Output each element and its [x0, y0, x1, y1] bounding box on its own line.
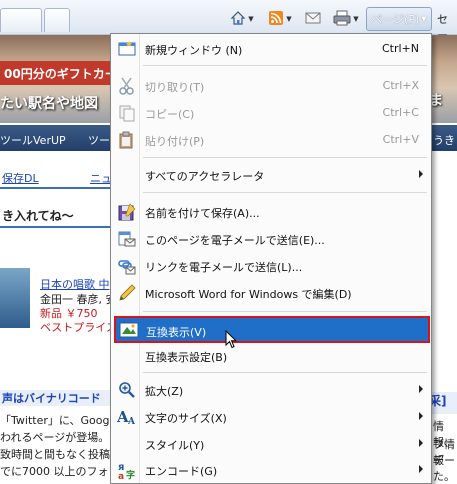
page-dropdown-menu: 新規ウィンドウ (N) Ctrl+N 切り取り(T) Ctrl+X コピー(C)…	[110, 33, 432, 484]
print-button[interactable]: ▼	[330, 9, 362, 29]
menu-item-compatibility-view[interactable]: 互換表示(V)	[114, 316, 430, 343]
divider	[0, 187, 110, 189]
menu-item-label: 拡大(Z)	[145, 385, 184, 398]
home-dropdown-arrow[interactable]: ▼	[248, 15, 253, 23]
submenu-arrow-icon	[419, 439, 423, 447]
menu-item-style[interactable]: スタイル(Y)	[113, 432, 429, 456]
menu-separator	[143, 65, 427, 66]
menu-item-text-size[interactable]: AA 文字のサイズ(X)	[113, 405, 429, 429]
side-line: デー	[433, 454, 455, 467]
side-line: た。	[433, 470, 455, 483]
new-window-icon	[117, 39, 137, 59]
print-dropdown-arrow[interactable]: ▼	[353, 15, 358, 23]
divider	[0, 226, 110, 228]
zoom-icon	[117, 380, 137, 400]
menu-item-email-page[interactable]: このページを電子メールで送信(E)...	[113, 227, 429, 251]
menu-item-all-accelerators[interactable]: すべてのアクセラレータ	[113, 163, 429, 187]
nav-item-tool[interactable]: ツー	[88, 132, 110, 148]
menu-item-label: 貼り付け(P)	[145, 135, 205, 148]
svg-text:字: 字	[126, 469, 135, 480]
menu-item-label: リンクを電子メールで送信(L)...	[145, 261, 303, 274]
menu-item-new-window[interactable]: 新規ウィンドウ (N) Ctrl+N	[113, 37, 429, 61]
menu-item-paste[interactable]: 貼り付け(P) Ctrl+V	[113, 128, 429, 152]
submenu-arrow-icon	[419, 412, 423, 420]
menu-item-shortcut: Ctrl+N	[381, 42, 419, 55]
submenu-arrow-icon	[419, 465, 423, 473]
email-link-icon	[117, 256, 137, 276]
email-page-icon	[117, 229, 137, 249]
menu-item-label: Microsoft Word for Windows で編集(D)	[145, 288, 352, 301]
page-dropdown-arrow: ▼	[421, 15, 427, 23]
menu-separator	[143, 157, 427, 158]
encoding-icon: яa字	[117, 460, 137, 480]
menu-item-label: 互換表示(V)	[146, 326, 207, 339]
product-thumbnail[interactable]	[0, 268, 30, 328]
menu-item-save-as[interactable]: 名前を付けて保存(A)...	[113, 200, 429, 224]
rss-feed-icon	[268, 10, 284, 29]
product-title-link[interactable]: 日本の唱歌 中	[40, 276, 110, 292]
menu-item-zoom[interactable]: 拡大(Z)	[113, 378, 429, 402]
text-size-icon: AA	[117, 407, 137, 427]
side-heading[interactable]: 采]	[429, 392, 457, 414]
menu-item-label: 切り取り(T)	[145, 81, 205, 94]
compatibility-view-icon	[119, 320, 139, 340]
mouse-pointer-icon	[225, 329, 238, 352]
page-menu-label: ページ(P)	[371, 13, 420, 26]
menu-item-label: コピー(C)	[145, 108, 195, 121]
edit-pencil-icon	[117, 283, 137, 303]
submenu-arrow-icon	[419, 385, 423, 393]
menu-item-label: すべてのアクセラレータ	[145, 170, 265, 183]
menu-item-edit-in-word[interactable]: Microsoft Word for Windows で編集(D)	[113, 281, 429, 305]
news-line: でに7000 以上のフォロ	[0, 465, 120, 478]
news-line: 致時間と間もなく投稿	[0, 448, 110, 461]
menu-item-label: 新規ウィンドウ (N)	[145, 44, 243, 57]
read-mail-icon	[305, 11, 321, 28]
menu-item-label: 文字のサイズ(X)	[145, 412, 227, 425]
menu-item-shortcut: Ctrl+V	[382, 133, 419, 146]
svg-text:a: a	[118, 472, 124, 480]
save-as-icon	[117, 202, 137, 222]
home-button[interactable]: ▼	[226, 9, 258, 29]
news-heading[interactable]: 声はバイナリコード	[0, 390, 110, 406]
copy-icon	[117, 103, 137, 123]
scissors-icon	[117, 76, 137, 96]
menu-item-encoding[interactable]: яa字 エンコード(G)	[113, 458, 429, 482]
menu-item-label: スタイル(Y)	[145, 439, 205, 452]
section-heading: き入れてね～	[2, 209, 74, 223]
menu-item-cut[interactable]: 切り取り(T) Ctrl+X	[113, 74, 429, 98]
menu-item-shortcut: Ctrl+X	[382, 79, 419, 92]
browser-tab[interactable]	[0, 8, 42, 32]
menu-separator	[143, 372, 427, 373]
menu-item-label: 互換表示設定(B)	[145, 351, 228, 364]
menu-item-shortcut: Ctrl+C	[382, 106, 419, 119]
menu-item-label: 名前を付けて保存(A)...	[145, 207, 260, 220]
nav-item-tool-update[interactable]: ツールVerUP	[0, 132, 66, 148]
link-save-dl[interactable]: 保存DL	[2, 170, 39, 186]
menu-item-email-link[interactable]: リンクを電子メールで送信(L)...	[113, 254, 429, 278]
menu-item-label: このページを電子メールで送信(E)...	[145, 234, 325, 247]
paste-icon	[117, 130, 137, 150]
link-news[interactable]: ニュ	[90, 170, 112, 186]
news-line: 「Twitter」に、Googl	[0, 414, 113, 427]
menu-item-label: エンコード(G)	[145, 465, 218, 478]
news-line: われるページが登場。	[0, 431, 110, 444]
browser-command-bar: ▼ ▼ ▼ ページ(P) ▼ セー	[0, 0, 457, 42]
menu-item-copy[interactable]: コピー(C) Ctrl+C	[113, 101, 429, 125]
new-tab-button[interactable]	[44, 8, 70, 32]
submenu-arrow-icon	[419, 170, 423, 178]
home-icon	[230, 10, 246, 29]
menu-item-compatibility-settings[interactable]: 互換表示設定(B)	[113, 344, 429, 368]
rss-feeds-button[interactable]: ▼	[264, 9, 296, 29]
nav-item-right[interactable]: うきは	[433, 132, 457, 164]
svg-text:A: A	[127, 417, 136, 426]
banner-headline: たい駅名や地図	[0, 96, 98, 112]
print-icon	[333, 10, 351, 29]
menu-separator	[143, 192, 427, 193]
page-menu-button[interactable]: ページ(P) ▼	[366, 7, 432, 31]
rss-dropdown-arrow[interactable]: ▼	[286, 15, 291, 23]
menu-separator	[143, 311, 427, 312]
read-mail-button[interactable]	[302, 9, 324, 29]
